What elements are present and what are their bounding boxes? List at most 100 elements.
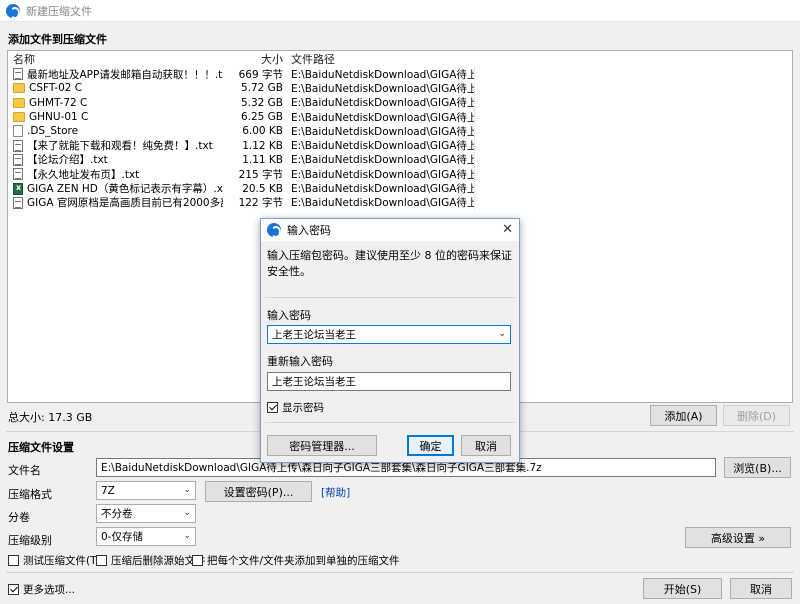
file-name-cell: 【论坛介绍】.txt <box>8 152 223 167</box>
advanced-settings-button[interactable]: 高级设置 » <box>685 527 791 548</box>
password-dialog-titlebar: 输入密码 ✕ <box>261 219 519 241</box>
set-password-button[interactable]: 设置密码(P)... <box>205 481 312 502</box>
browse-button[interactable]: 浏览(B)... <box>724 457 791 478</box>
file-size: 6.00 KB <box>242 125 283 138</box>
separate-archives-checkbox[interactable]: 把每个文件/文件夹添加到单独的压缩文件 <box>192 553 400 568</box>
file-path: E:\BaiduNetdiskDownload\GIGA待上传\森日向... <box>285 138 475 154</box>
show-password-checkbox[interactable]: 显示密码 <box>267 400 324 415</box>
column-header-size[interactable]: 大小 <box>223 51 285 67</box>
dialog-cancel-button[interactable]: 取消 <box>461 435 511 456</box>
file-size: 1.11 KB <box>242 153 283 166</box>
divider <box>6 572 794 573</box>
level-label: 压缩级别 <box>8 534 52 547</box>
column-header-path[interactable]: 文件路径 <box>285 51 485 67</box>
file-row[interactable]: 最新地址及APP请发邮箱自动获取！！！.txt 669 字节 E:\BaiduNet… <box>8 66 792 82</box>
file-path: E:\BaiduNetdiskDownload\GIGA待上传\森日向... <box>285 80 475 96</box>
file-size: 5.72 GB <box>240 82 283 95</box>
ok-button[interactable]: 确定 <box>407 435 454 456</box>
file-path: E:\BaiduNetdiskDownload\GIGA待上传\森日向... <box>285 66 475 82</box>
file-name-cell: GIGA 官网原档是高画质目前已有2000多部，其中... <box>8 195 223 210</box>
start-button[interactable]: 开始(S) <box>643 578 722 599</box>
file-name-cell: .DS_Store <box>8 125 223 138</box>
level-select[interactable]: 0-仅存储 ⌄ <box>96 527 196 546</box>
checkbox-box[interactable] <box>192 555 203 566</box>
file-path: E:\BaiduNetdiskDownload\GIGA待上传\森日向... <box>285 152 475 168</box>
txt-file-icon <box>13 153 23 166</box>
divider <box>265 297 515 298</box>
file-list-header: 名称 大小 文件路径 <box>8 51 792 67</box>
file-row[interactable]: 【永久地址发布页】.txt 215 字节 E:\BaiduNetdiskDownlo… <box>8 166 792 182</box>
separate-archives-label: 把每个文件/文件夹添加到单独的压缩文件 <box>207 555 400 567</box>
file-name: CSFT-02 C <box>29 82 83 95</box>
more-options-label: 更多选项... <box>23 584 76 596</box>
file-size: 215 字节 <box>238 168 283 181</box>
file-name: GIGA ZEN HD（黄色标记表示有字幕）.xlsx <box>27 183 223 196</box>
file-name: GIGA 官网原档是高画质目前已有2000多部，其中... <box>27 197 223 210</box>
add-button[interactable]: 添加(A) <box>650 405 717 426</box>
cancel-button[interactable]: 取消 <box>730 578 792 599</box>
file-path: E:\BaiduNetdiskDownload\GIGA待上传\森日向... <box>285 181 475 197</box>
divider <box>265 422 515 423</box>
file-size: 20.5 KB <box>242 182 283 195</box>
chevron-down-icon: ⌄ <box>183 531 191 541</box>
checkbox-box[interactable] <box>8 584 19 595</box>
password-dialog: 输入密码 ✕ 输入压缩包密码。建议使用至少 8 位的密码来保证安全性。 输入密码… <box>260 218 520 463</box>
txt-file-icon <box>13 196 23 209</box>
file-size: 6.25 GB <box>240 111 283 124</box>
files-section-title: 添加文件到压缩文件 <box>8 33 107 46</box>
format-select[interactable]: 7Z ⌄ <box>96 481 196 500</box>
split-select-value: 不分卷 <box>101 508 133 520</box>
file-path: E:\BaiduNetdiskDownload\GIGA待上传\森日向... <box>285 109 475 125</box>
password-input-value: 上老王论坛当老王 <box>272 329 356 341</box>
level-select-value: 0-仅存储 <box>101 531 143 543</box>
settings-section-title: 压缩文件设置 <box>8 441 74 454</box>
folder-icon <box>13 97 25 108</box>
format-select-value: 7Z <box>101 484 115 497</box>
txt-file-icon <box>13 168 23 181</box>
file-row[interactable]: .DS_Store 6.00 KB E:\BaiduNetdiskDownload\… <box>8 123 792 139</box>
file-row[interactable]: GIGA ZEN HD（黄色标记表示有字幕）.xlsx 20.5 KBE:\Bai… <box>8 181 792 197</box>
remove-button[interactable]: 删除(D) <box>723 405 790 426</box>
file-path: E:\BaiduNetdiskDownload\GIGA待上传\森日向... <box>285 95 475 111</box>
split-select[interactable]: 不分卷 ⌄ <box>96 504 196 523</box>
folder-icon <box>13 112 25 123</box>
checkbox-box[interactable] <box>8 555 19 566</box>
test-archive-checkbox[interactable]: 测试压缩文件(T) <box>8 553 101 568</box>
file-name-cell: 【永久地址发布页】.txt <box>8 167 223 182</box>
file-name: 最新地址及APP请发邮箱自动获取！！！.txt <box>27 68 223 81</box>
folder-icon <box>13 83 25 94</box>
confirm-password-input[interactable]: 上老王论坛当老王 <box>267 372 511 391</box>
app-logo-icon <box>267 223 281 238</box>
password-manager-button[interactable]: 密码管理器... <box>267 435 377 456</box>
chevron-down-icon: ⌄ <box>183 485 191 495</box>
chevron-down-icon: ⌄ <box>183 508 191 518</box>
file-path: E:\BaiduNetdiskDownload\GIGA待上传\森日向... <box>285 123 475 139</box>
chevron-down-icon[interactable]: ⌄ <box>498 329 506 339</box>
file-row[interactable]: GHNU-01 C 6.25 GB E:\BaiduNetdiskDownload\… <box>8 109 792 125</box>
file-name: 【论坛介绍】.txt <box>27 154 108 167</box>
total-size: 总大小: 17.3 GB <box>8 411 93 424</box>
column-header-name[interactable]: 名称 <box>8 51 223 67</box>
file-row[interactable]: GIGA 官网原档是高画质目前已有2000多部，其中... 122 字节E:\Ba… <box>8 195 792 211</box>
password-input[interactable]: 上老王论坛当老王 ⌄ <box>267 325 511 344</box>
xlsx-file-icon <box>13 182 23 195</box>
confirm-password-label: 重新输入密码 <box>267 355 333 368</box>
checkbox-box[interactable] <box>96 555 107 566</box>
checkbox-box[interactable] <box>267 402 278 413</box>
file-row[interactable]: GHMT-72 C 5.32 GB E:\BaiduNetdiskDownload\… <box>8 95 792 111</box>
password-dialog-description: 输入压缩包密码。建议使用至少 8 位的密码来保证安全性。 <box>267 249 512 278</box>
delete-after-checkbox[interactable]: 压缩后删除源始文件 <box>96 553 206 568</box>
file-row[interactable]: 【论坛介绍】.txt 1.11 KB E:\BaiduNetdiskDownload… <box>8 152 792 168</box>
file-size: 669 字节 <box>238 68 283 81</box>
file-name-cell: CSFT-02 C <box>8 82 223 94</box>
more-options-checkbox[interactable]: 更多选项... <box>8 582 75 597</box>
file-row[interactable]: CSFT-02 C 5.72 GB E:\BaiduNetdiskDownload\… <box>8 80 792 96</box>
file-path: E:\BaiduNetdiskDownload\GIGA待上传\森日向... <box>285 195 475 211</box>
file-size: 5.32 GB <box>240 96 283 109</box>
file-name: GHNU-01 C <box>29 111 89 124</box>
txt-file-icon <box>13 68 23 81</box>
close-icon[interactable]: ✕ <box>502 222 513 237</box>
file-row[interactable]: 【来了就能下载和观看！纯免费！】.txt 1.12 KB E:\BaiduNetdi… <box>8 138 792 154</box>
file-name: 【永久地址发布页】.txt <box>27 168 140 181</box>
help-link[interactable]: [帮助] <box>321 485 350 500</box>
